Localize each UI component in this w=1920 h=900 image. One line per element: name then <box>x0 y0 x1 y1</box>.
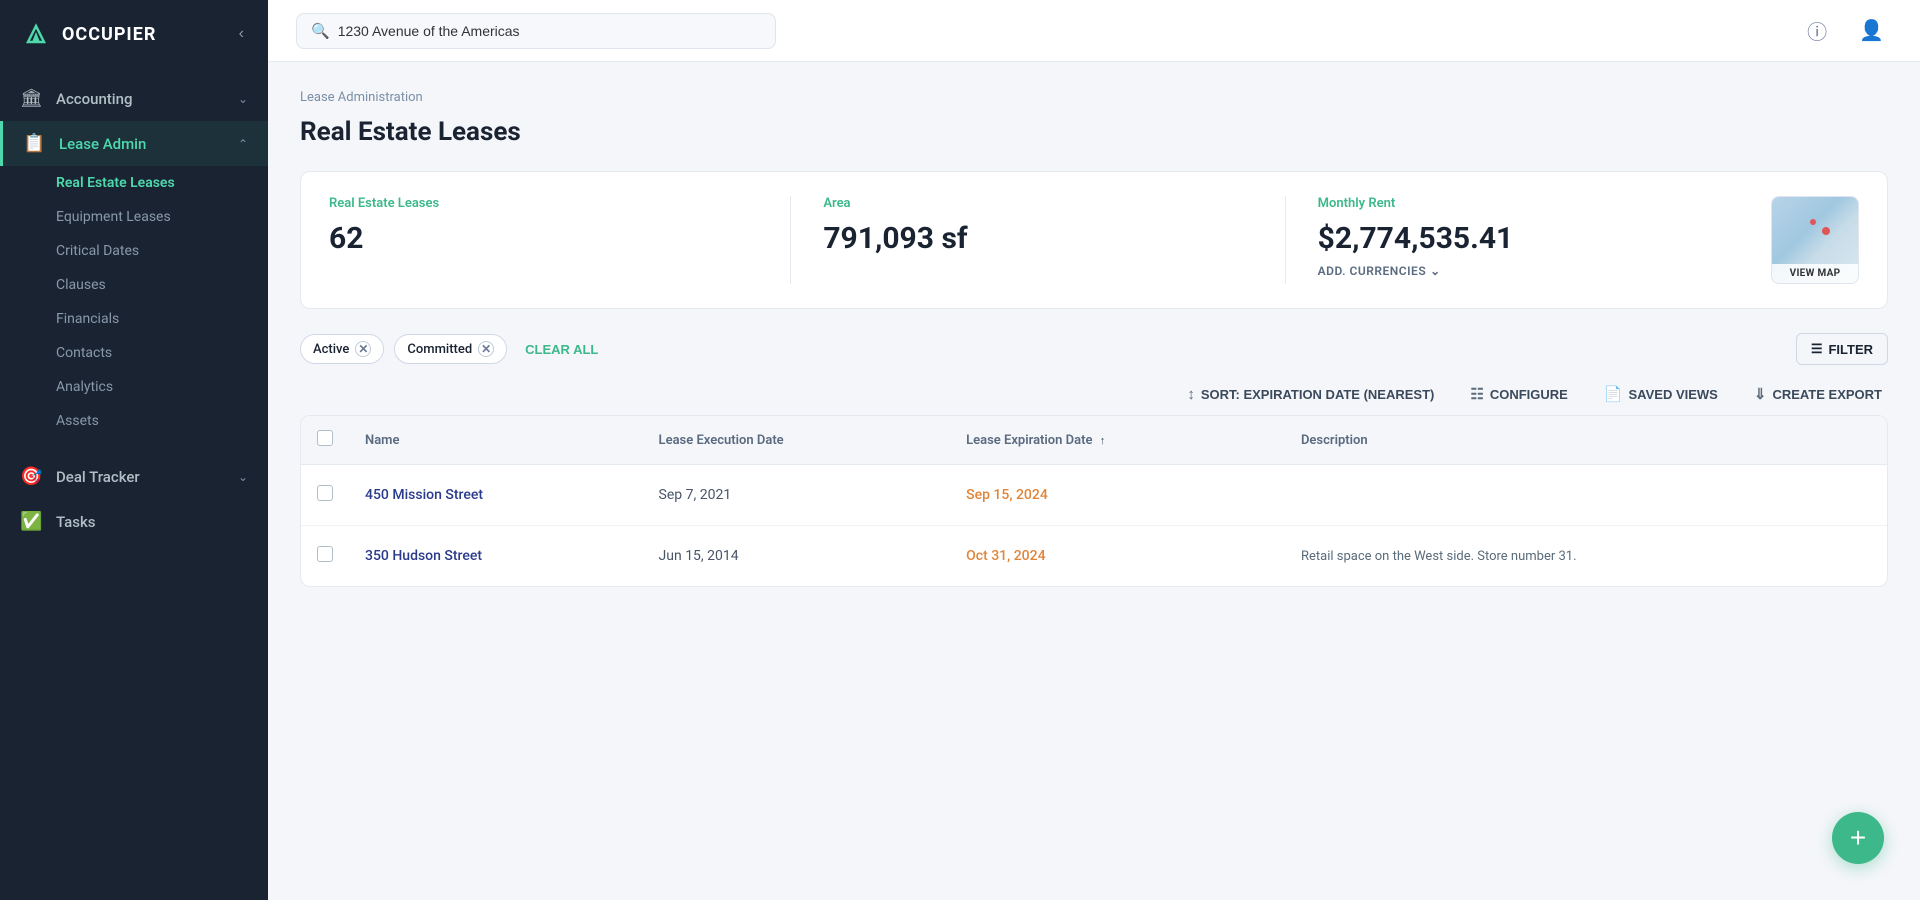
row-1-execution-date: Sep 7, 2021 <box>643 465 951 526</box>
filter-button[interactable]: ☰ FILTER <box>1796 333 1888 365</box>
configure-icon: ☷ <box>1470 385 1483 403</box>
topbar: 🔍 ⓘ 👤 <box>268 0 1920 62</box>
filter-chip-active: Active ✕ <box>300 334 384 364</box>
row-2-name[interactable]: 350 Hudson Street <box>349 526 643 587</box>
saved-views-icon: 📄 <box>1604 385 1623 403</box>
sidebar-collapse-button[interactable]: ‹ <box>235 21 248 47</box>
area-stat: Area 791,093 sf <box>823 196 1252 256</box>
logo-area: OCCUPIER ‹ <box>0 0 268 68</box>
help-button[interactable]: ⓘ <box>1799 12 1835 49</box>
clear-all-filters-button[interactable]: CLEAR ALL <box>517 338 606 361</box>
sidebar-item-critical-dates[interactable]: Critical Dates <box>0 234 268 268</box>
sidebar: OCCUPIER ‹ 🏛 Accounting ⌄ 📋 Lease Admin … <box>0 0 268 900</box>
sidebar-item-real-estate-leases[interactable]: Real Estate Leases <box>0 166 268 200</box>
page-title: Real Estate Leases <box>300 117 1888 147</box>
leases-table: Name Lease Execution Date Lease Expirati… <box>300 415 1888 587</box>
accounting-chevron-icon: ⌄ <box>238 92 248 106</box>
table-header: Name Lease Execution Date Lease Expirati… <box>301 416 1887 465</box>
select-all-header[interactable] <box>301 416 349 465</box>
logo-text: OCCUPIER <box>62 24 156 45</box>
filter-chip-committed: Committed ✕ <box>394 334 507 364</box>
sidebar-nav: 🏛 Accounting ⌄ 📋 Lease Admin ⌃ Real Esta… <box>0 68 268 900</box>
remove-active-filter-button[interactable]: ✕ <box>355 341 371 357</box>
map-pin-1 <box>1822 227 1830 235</box>
leases-stat-label: Real Estate Leases <box>329 196 758 211</box>
add-currencies-chevron-icon: ⌄ <box>1430 264 1441 278</box>
monthly-rent-value: $2,774,535.41 <box>1318 221 1747 256</box>
stat-divider-1 <box>790 196 791 284</box>
sidebar-item-clauses[interactable]: Clauses <box>0 268 268 302</box>
sort-icon: ↕ <box>1187 386 1195 403</box>
leases-stat: Real Estate Leases 62 <box>329 196 758 256</box>
row-2-checkbox[interactable] <box>317 546 333 562</box>
sidebar-item-lease-admin[interactable]: 📋 Lease Admin ⌃ <box>0 121 268 166</box>
lease-admin-icon: 📋 <box>23 133 45 154</box>
lease-admin-subnav: Real Estate Leases Equipment Leases Crit… <box>0 166 268 438</box>
search-wrapper: 🔍 <box>296 13 776 49</box>
row-1-checkbox[interactable] <box>317 485 333 501</box>
search-icon: 🔍 <box>311 22 330 40</box>
row-1-name[interactable]: 450 Mission Street <box>349 465 643 526</box>
sidebar-item-accounting[interactable]: 🏛 Accounting ⌄ <box>0 76 268 121</box>
remove-committed-filter-button[interactable]: ✕ <box>478 341 494 357</box>
sort-button[interactable]: ↕ SORT: EXPIRATION DATE (NEAREST) <box>1181 382 1440 407</box>
deal-tracker-chevron-icon: ⌄ <box>238 470 248 484</box>
map-pin-2 <box>1810 219 1816 225</box>
add-fab-button[interactable]: + <box>1832 812 1884 864</box>
saved-views-button[interactable]: 📄 SAVED VIEWS <box>1598 381 1724 407</box>
table-body: 450 Mission Street Sep 7, 2021 Sep 15, 2… <box>301 465 1887 587</box>
sidebar-item-deal-tracker[interactable]: 🎯 Deal Tracker ⌄ <box>0 454 268 499</box>
row-1-expiration-date: Sep 15, 2024 <box>950 465 1285 526</box>
search-input[interactable] <box>338 23 761 39</box>
sidebar-item-tasks[interactable]: ✅ Tasks <box>0 499 268 544</box>
breadcrumb: Lease Administration <box>300 90 1888 105</box>
row-2-description: Retail space on the West side. Store num… <box>1285 526 1887 587</box>
table-row: 350 Hudson Street Jun 15, 2014 Oct 31, 2… <box>301 526 1887 587</box>
add-currencies-button[interactable]: ADD. CURRENCIES ⌄ <box>1318 264 1747 278</box>
name-column-header: Name <box>349 416 643 465</box>
main-area: 🔍 ⓘ 👤 Lease Administration Real Estate L… <box>268 0 1920 900</box>
tasks-icon: ✅ <box>20 511 42 532</box>
execution-date-column-header: Lease Execution Date <box>643 416 951 465</box>
select-all-checkbox[interactable] <box>317 430 333 446</box>
map-label: VIEW MAP <box>1772 264 1858 283</box>
area-stat-label: Area <box>823 196 1252 211</box>
filter-icon: ☰ <box>1811 341 1823 357</box>
page-content: Lease Administration Real Estate Leases … <box>268 62 1920 900</box>
create-export-button[interactable]: ⇓ CREATE EXPORT <box>1748 381 1888 407</box>
stat-divider-2 <box>1285 196 1286 284</box>
row-2-expiration-date: Oct 31, 2024 <box>950 526 1285 587</box>
sort-arrow-icon: ↑ <box>1100 434 1106 447</box>
leases-stat-value: 62 <box>329 221 758 256</box>
table-actions: ↕ SORT: EXPIRATION DATE (NEAREST) ☷ CONF… <box>300 381 1888 407</box>
user-account-button[interactable]: 👤 <box>1851 14 1892 47</box>
row-1-description <box>1285 465 1887 526</box>
stats-card: Real Estate Leases 62 Area 791,093 sf Mo… <box>300 171 1888 309</box>
sidebar-item-assets[interactable]: Assets <box>0 404 268 438</box>
sidebar-item-equipment-leases[interactable]: Equipment Leases <box>0 200 268 234</box>
sidebar-item-financials[interactable]: Financials <box>0 302 268 336</box>
logo-icon <box>20 18 52 50</box>
filter-row: Active ✕ Committed ✕ CLEAR ALL ☰ FILTER <box>300 333 1888 365</box>
row-2-execution-date: Jun 15, 2014 <box>643 526 951 587</box>
row-1-checkbox-cell <box>301 465 349 526</box>
export-icon: ⇓ <box>1754 385 1767 403</box>
table: Name Lease Execution Date Lease Expirati… <box>301 416 1887 586</box>
view-map-button[interactable]: VIEW MAP <box>1771 196 1859 284</box>
configure-button[interactable]: ☷ CONFIGURE <box>1464 381 1573 407</box>
accounting-icon: 🏛 <box>20 88 42 109</box>
monthly-rent-stat: Monthly Rent $2,774,535.41 ADD. CURRENCI… <box>1318 196 1747 278</box>
description-column-header: Description <box>1285 416 1887 465</box>
area-stat-value: 791,093 sf <box>823 221 1252 256</box>
table-row: 450 Mission Street Sep 7, 2021 Sep 15, 2… <box>301 465 1887 526</box>
expiration-date-column-header[interactable]: Lease Expiration Date ↑ <box>950 416 1285 465</box>
row-2-checkbox-cell <box>301 526 349 587</box>
sidebar-item-analytics[interactable]: Analytics <box>0 370 268 404</box>
sidebar-item-contacts[interactable]: Contacts <box>0 336 268 370</box>
monthly-rent-label: Monthly Rent <box>1318 196 1747 211</box>
deal-tracker-icon: 🎯 <box>20 466 42 487</box>
lease-admin-chevron-icon: ⌃ <box>238 137 248 151</box>
